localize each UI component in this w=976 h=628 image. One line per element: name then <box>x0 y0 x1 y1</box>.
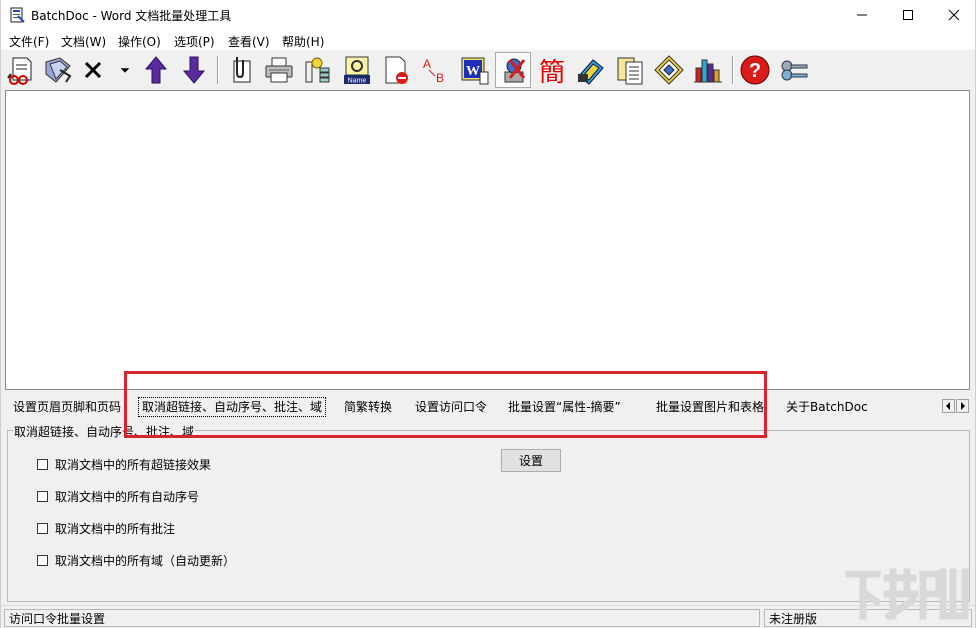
traditional-button[interactable]: 簡 <box>535 53 569 87</box>
image-table-icon <box>654 55 684 85</box>
ab-replace-button[interactable]: A B <box>418 53 452 87</box>
option-remove-auto-numbering[interactable]: 取消文档中的所有自动序号 <box>37 488 199 504</box>
svg-text:B: B <box>436 71 444 85</box>
tab-summary-properties[interactable]: 批量设置“属性-摘要” <box>508 398 621 416</box>
traditional-glyph: 簡 <box>539 58 565 86</box>
cancel-link-icon <box>504 58 526 83</box>
option-remove-comments[interactable]: 取消文档中的所有批注 <box>37 520 175 536</box>
svg-text:?: ? <box>749 60 761 82</box>
cancel-link-button[interactable] <box>495 52 531 88</box>
option-label: 取消文档中的所有批注 <box>55 521 176 536</box>
option-label: 取消文档中的所有域（自动更新） <box>55 553 236 568</box>
tab-about[interactable]: 关于BatchDoc <box>786 398 868 416</box>
clip-icon <box>233 57 251 83</box>
menu-file[interactable]: 文件(F) <box>9 33 49 50</box>
move-down-button[interactable] <box>177 53 211 87</box>
rename-icon: Name <box>344 56 370 85</box>
tab-images-tables[interactable]: 批量设置图片和表格 <box>656 398 764 416</box>
menu-view[interactable]: 查看(V) <box>228 33 270 50</box>
checkbox[interactable] <box>37 554 48 566</box>
clip-button[interactable] <box>223 53 257 87</box>
window-title: BatchDoc - Word 文档批量处理工具 <box>31 9 232 23</box>
replace-icon <box>305 57 330 83</box>
replace-button[interactable] <box>301 53 335 87</box>
new-file-button[interactable] <box>4 53 38 87</box>
maximize-icon <box>903 10 913 20</box>
option-remove-fields[interactable]: 取消文档中的所有域（自动更新） <box>37 552 235 568</box>
app-logo-icon <box>10 7 25 23</box>
close-button[interactable] <box>931 0 976 30</box>
checkbox[interactable] <box>37 522 48 534</box>
move-down-icon <box>182 56 206 84</box>
document-list[interactable] <box>5 90 970 390</box>
tab-cancel-links[interactable]: 取消超链接、自动序号、批注、域 <box>138 397 327 417</box>
statistics-button[interactable] <box>691 53 725 87</box>
tab-scroll-right-button[interactable] <box>956 399 969 413</box>
groupbox-title: 取消超链接、自动序号、批注、域 <box>13 423 196 440</box>
rename-icon-label: Name <box>348 78 367 85</box>
maximize-button[interactable] <box>885 0 931 30</box>
tab-bar: 设置页眉页脚和页码 取消超链接、自动序号、批注、域 简繁转换 设置访问口令 批量… <box>1 394 975 420</box>
menu-options[interactable]: 选项(P) <box>174 33 215 50</box>
minimize-icon <box>857 14 867 16</box>
open-file-icon <box>45 57 72 83</box>
status-bar: 访问口令批量设置 未注册版 <box>1 605 975 628</box>
dropdown-arrow-icon <box>120 68 130 73</box>
password-button[interactable] <box>574 53 608 87</box>
remove-page-button[interactable] <box>379 53 413 87</box>
option-label: 取消文档中的所有自动序号 <box>55 489 200 504</box>
rename-button[interactable]: Name <box>340 53 374 87</box>
properties-icon <box>617 57 643 85</box>
print-button[interactable] <box>262 53 296 87</box>
menu-operation[interactable]: 操作(O) <box>118 33 161 50</box>
ab-replace-icon: A B <box>423 57 444 85</box>
image-table-button[interactable] <box>652 53 686 87</box>
move-up-icon <box>144 56 168 84</box>
dropdown-button[interactable] <box>111 53 139 87</box>
tab-access-password[interactable]: 设置访问口令 <box>415 398 487 416</box>
properties-button[interactable] <box>613 53 647 87</box>
status-message: 访问口令批量设置 <box>4 609 760 627</box>
remove-page-icon <box>385 56 408 84</box>
checkbox[interactable] <box>37 490 48 502</box>
option-label: 取消文档中的所有超链接效果 <box>55 457 212 472</box>
register-key-icon <box>781 60 808 81</box>
traditional-icon: 簡 <box>539 58 565 86</box>
password-icon <box>578 59 604 85</box>
toolbar-separator <box>732 56 734 84</box>
help-icon: ? <box>740 55 770 85</box>
triangle-right-icon <box>961 402 965 410</box>
set-button[interactable]: 设置 <box>501 449 561 472</box>
svg-text:A: A <box>423 57 431 71</box>
app-window: BatchDoc - Word 文档批量处理工具 文件(F) 文档(W) 操作(… <box>0 0 976 628</box>
word-convert-button[interactable]: W <box>457 53 491 87</box>
status-registration: 未注册版 <box>764 609 972 627</box>
tab-header-footer[interactable]: 设置页眉页脚和页码 <box>13 398 121 416</box>
toolbar-separator <box>217 56 219 84</box>
menu-bar: 文件(F) 文档(W) 操作(O) 选项(P) 查看(V) 帮助(H) <box>1 30 975 50</box>
close-icon <box>948 9 960 21</box>
print-icon <box>265 57 293 83</box>
triangle-left-icon <box>946 402 950 410</box>
toolbar: Name A B W 簡 ? <box>1 50 975 90</box>
menu-help[interactable]: 帮助(H) <box>282 33 324 50</box>
option-remove-hyperlinks[interactable]: 取消文档中的所有超链接效果 <box>37 456 211 472</box>
statistics-icon <box>694 59 722 83</box>
register-button[interactable] <box>777 53 811 87</box>
open-file-button[interactable] <box>41 53 75 87</box>
delete-button[interactable] <box>76 53 110 87</box>
word-convert-icon: W <box>461 57 489 85</box>
checkbox[interactable] <box>37 458 48 470</box>
menu-document[interactable]: 文档(W) <box>61 33 106 50</box>
title-bar[interactable]: BatchDoc - Word 文档批量处理工具 <box>1 0 975 30</box>
move-up-button[interactable] <box>139 53 173 87</box>
tab-scroll-left-button[interactable] <box>942 399 955 413</box>
tab-simplified-traditional[interactable]: 简繁转换 <box>344 398 392 416</box>
help-button[interactable]: ? <box>738 53 772 87</box>
new-file-icon <box>7 57 32 85</box>
minimize-button[interactable] <box>839 0 885 30</box>
svg-text:W: W <box>466 64 480 79</box>
delete-icon <box>84 61 102 79</box>
